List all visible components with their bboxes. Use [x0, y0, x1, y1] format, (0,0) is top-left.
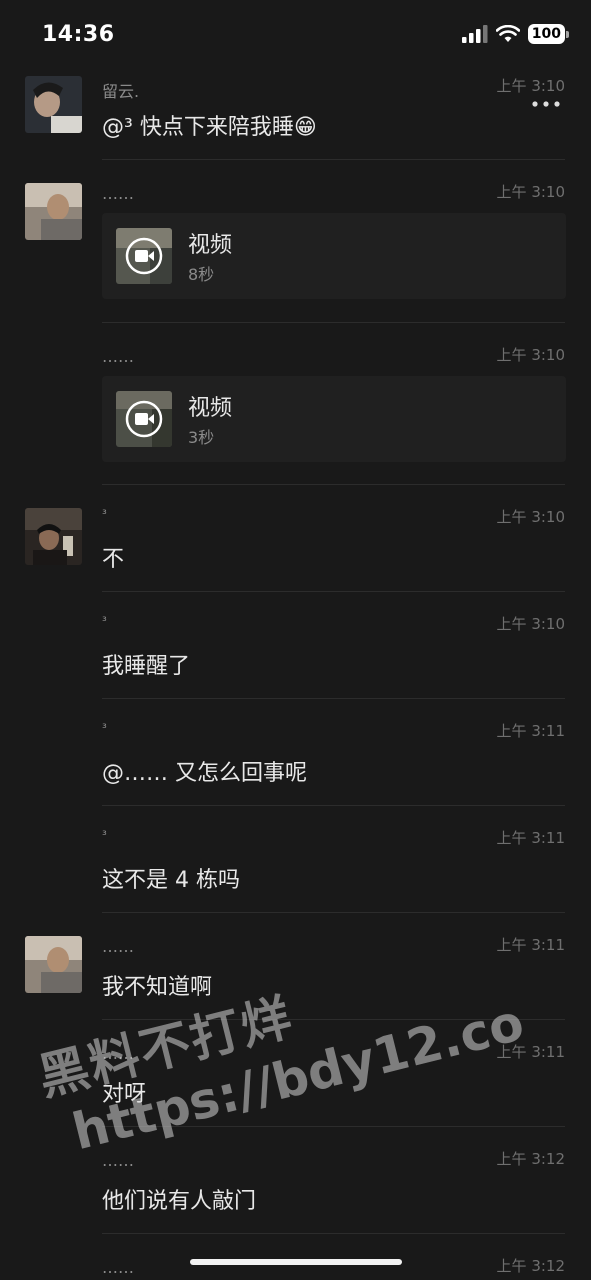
message-text: 我睡醒了: [102, 654, 191, 679]
message-time: 上午 3:10: [496, 183, 565, 201]
message-time: 上午 3:11: [496, 1043, 565, 1061]
message-text: 他们说有人敲门: [102, 1189, 257, 1214]
message-item[interactable]: 留云. 上午 3:10 @³ 快点下来陪我睡😁: [0, 70, 591, 160]
video-card[interactable]: 视频 8秒: [102, 213, 566, 299]
sender-name: ……: [102, 184, 134, 203]
message-item[interactable]: …… 上午 3:10 视频 3秒: [0, 333, 591, 483]
message-time: 上午 3:11: [496, 722, 565, 740]
message-text: 对呀: [102, 1082, 147, 1107]
sender-name: ……: [102, 1258, 134, 1277]
video-thumbnail[interactable]: [116, 228, 172, 284]
avatar[interactable]: [25, 76, 82, 133]
divider: [102, 1126, 565, 1127]
divider: [102, 322, 565, 323]
message-text: @³ 快点下来陪我睡😁: [102, 115, 317, 140]
sender-name: ……: [102, 1044, 134, 1063]
status-time: 14:36: [42, 22, 115, 47]
divider: [102, 698, 565, 699]
sender-name: ³: [102, 507, 107, 521]
sender-name: ……: [102, 937, 134, 956]
video-duration: 3秒: [188, 428, 215, 447]
message-item[interactable]: …… 上午 3:10 视频 8秒: [0, 170, 591, 320]
avatar[interactable]: [25, 508, 82, 565]
message-text: @…… 又怎么回事呢: [102, 761, 307, 786]
video-card[interactable]: 视频 3秒: [102, 376, 566, 462]
divider: [102, 159, 565, 160]
message-time: 上午 3:11: [496, 936, 565, 954]
sender-name: ³: [102, 828, 107, 842]
divider: [102, 1019, 565, 1020]
message-item[interactable]: …… 上午 3:11 对呀: [0, 1030, 591, 1125]
divider: [102, 484, 565, 485]
wifi-icon: [495, 25, 520, 42]
sender-name: ……: [102, 1151, 134, 1170]
battery-level: 100: [527, 24, 565, 44]
message-time: 上午 3:10: [496, 77, 565, 95]
message-time: 上午 3:12: [496, 1150, 565, 1168]
message-item[interactable]: ³ 上午 3:10 不: [0, 495, 591, 590]
avatar[interactable]: [25, 183, 82, 240]
divider: [102, 912, 565, 913]
divider: [102, 1233, 565, 1234]
status-icons: 100: [461, 24, 569, 44]
video-title: 视频: [188, 396, 233, 421]
message-text: 我不知道啊: [102, 975, 213, 1000]
sender-name: ……: [102, 347, 134, 366]
video-title: 视频: [188, 233, 233, 258]
message-text: 不: [102, 547, 125, 572]
message-item[interactable]: ³ 上午 3:10 我睡醒了: [0, 602, 591, 697]
signal-icon: [461, 25, 488, 43]
divider: [102, 591, 565, 592]
sender-name: 留云.: [102, 82, 140, 101]
message-item[interactable]: ³ 上午 3:11 @…… 又怎么回事呢: [0, 709, 591, 804]
message-time: 上午 3:10: [496, 508, 565, 526]
message-item[interactable]: ³ 上午 3:11 这不是 4 栋吗: [0, 816, 591, 911]
status-bar: 14:36 100: [0, 0, 591, 70]
message-time: 上午 3:10: [496, 615, 565, 633]
avatar[interactable]: [25, 936, 82, 993]
video-duration: 8秒: [188, 265, 215, 284]
battery-icon: 100: [527, 24, 569, 44]
home-indicator[interactable]: [190, 1259, 402, 1265]
message-item[interactable]: …… 上午 3:11 我不知道啊: [0, 923, 591, 1018]
message-time: 上午 3:12: [496, 1257, 565, 1275]
video-thumbnail[interactable]: [116, 391, 172, 447]
message-item[interactable]: …… 上午 3:12 他们说有人敲门: [0, 1137, 591, 1232]
divider: [102, 805, 565, 806]
sender-name: ³: [102, 721, 107, 735]
message-time: 上午 3:10: [496, 346, 565, 364]
sender-name: ³: [102, 614, 107, 628]
message-text: 这不是 4 栋吗: [102, 868, 240, 893]
battery-tip: [566, 30, 569, 38]
message-time: 上午 3:11: [496, 829, 565, 847]
